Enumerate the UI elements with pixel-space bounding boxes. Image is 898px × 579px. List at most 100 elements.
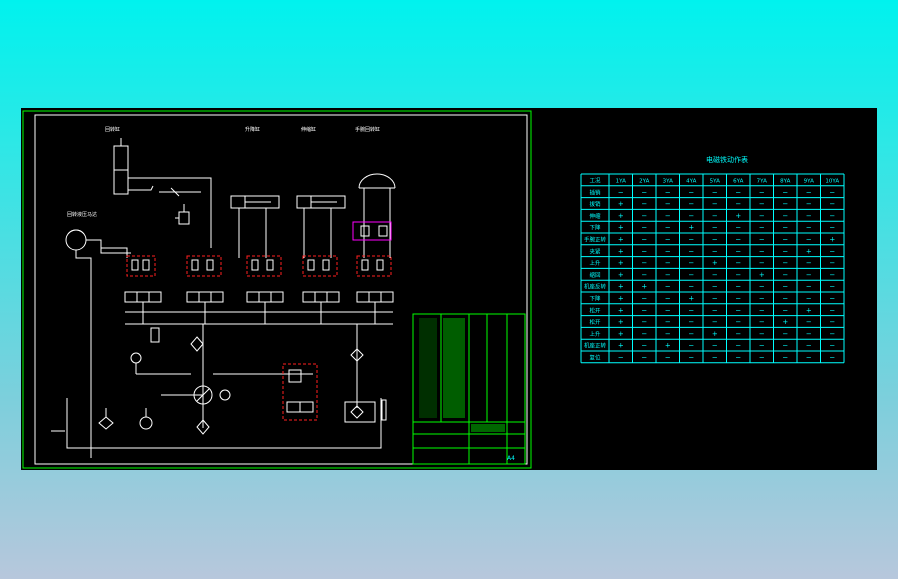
table-row-label: 松开 <box>589 318 601 326</box>
table-cell: + <box>759 271 765 279</box>
table-row-label: 手腕正转 <box>584 235 607 243</box>
table-header-cell: 1YA <box>616 178 626 184</box>
table-header-cell: 5YA <box>710 178 720 184</box>
wrist-valve-highlight <box>352 221 392 241</box>
table-cell: − <box>641 294 647 302</box>
table-cell: + <box>806 247 812 255</box>
table-cell: − <box>759 200 765 208</box>
table-cell: − <box>759 342 765 350</box>
table-cell: − <box>829 247 835 255</box>
table-row-label: 下降 <box>589 294 601 302</box>
table-cell: − <box>712 318 718 326</box>
table-cell: − <box>806 353 812 361</box>
table-cell: + <box>688 294 694 302</box>
table-cell: − <box>665 271 671 279</box>
table-cell: − <box>806 283 812 291</box>
table-cell: + <box>665 342 671 350</box>
drawing-sheet: 回转缸 升降缸 伸缩缸 手腕回转缸 回转液压马达 A4 <box>22 110 532 469</box>
table-cell: − <box>735 259 741 267</box>
table-cell: − <box>782 224 788 232</box>
table-cell: − <box>829 353 835 361</box>
table-cell: − <box>806 224 812 232</box>
table-cells: 工况 1YA 2YA 3YA 4YA 5YA 6YA 7YA 8YA 9YA 10YA 插销 − − − − −… <box>584 177 839 361</box>
table-cell: − <box>712 271 718 279</box>
table-row-label: 上升 <box>589 259 601 267</box>
table-cell: − <box>806 188 812 196</box>
table-header-cell: 10YA <box>825 178 839 184</box>
table-cell: − <box>806 271 812 279</box>
table-cell: − <box>712 224 718 232</box>
table-cell: − <box>688 306 694 314</box>
table-cell: − <box>641 271 647 279</box>
electromagnet-table: 电磁铁动作表 工况 1YA 2YA 3YA 4YA 5YA 6YA 7YA 8YA 9YA 10YA… <box>580 155 845 364</box>
table-cell: + <box>712 259 718 267</box>
table-row-label: 缩回 <box>589 271 601 279</box>
table-cell: − <box>782 294 788 302</box>
table-cell: − <box>806 200 812 208</box>
table-cell: + <box>618 224 624 232</box>
table-cell: − <box>759 224 765 232</box>
table-cell: − <box>759 294 765 302</box>
table-cell: − <box>641 224 647 232</box>
table-cell: − <box>665 330 671 338</box>
label-cylinder-a: 升降缸 <box>245 126 260 133</box>
directional-valve-row <box>124 291 394 325</box>
table-cell: − <box>829 342 835 350</box>
table-header-cell: 4YA <box>686 178 696 184</box>
table-cell: − <box>829 200 835 208</box>
table-cell: − <box>806 318 812 326</box>
table-cell: − <box>712 294 718 302</box>
table-cell: − <box>735 188 741 196</box>
table-cell: − <box>665 306 671 314</box>
table-cell: − <box>782 200 788 208</box>
cylinder-c-wrist <box>352 173 396 258</box>
sheet-number: A4 <box>507 455 515 462</box>
table-cell: − <box>735 200 741 208</box>
table-cell: − <box>735 224 741 232</box>
table-cell: − <box>782 271 788 279</box>
table-cell: − <box>712 342 718 350</box>
table-cell: − <box>641 318 647 326</box>
table-cell: − <box>688 235 694 243</box>
table-cell: − <box>782 330 788 338</box>
table-cell: − <box>829 330 835 338</box>
table-cell: − <box>829 283 835 291</box>
table-cell: − <box>712 200 718 208</box>
table-cell: − <box>829 271 835 279</box>
table-cell: + <box>618 235 624 243</box>
table-cell: + <box>735 212 741 220</box>
table-cell: − <box>829 259 835 267</box>
table-cell: − <box>712 188 718 196</box>
table-cell: − <box>759 306 765 314</box>
table-cell: − <box>759 318 765 326</box>
table-cell: − <box>712 235 718 243</box>
table-cell: + <box>618 212 624 220</box>
table-row-label: 伸缩 <box>589 212 601 220</box>
table-cell: − <box>712 247 718 255</box>
table-cell: − <box>688 271 694 279</box>
table-header-cell: 工况 <box>589 177 601 184</box>
table-row-label: 复位 <box>589 353 601 361</box>
table-cell: − <box>782 342 788 350</box>
table-cell: + <box>712 330 718 338</box>
table-cell: − <box>735 342 741 350</box>
table-row-label: 上升 <box>589 330 601 338</box>
table-cell: − <box>688 283 694 291</box>
table-cell: + <box>806 306 812 314</box>
table-header-cell: 6YA <box>733 178 743 184</box>
table-cell: − <box>641 212 647 220</box>
cad-canvas: 回转缸 升降缸 伸缩缸 手腕回转缸 回转液压马达 A4 电磁铁动作表 工况 1Y… <box>21 108 877 470</box>
table-cell: − <box>688 342 694 350</box>
rotary-cylinder <box>113 138 212 248</box>
table-cell: − <box>712 306 718 314</box>
table-cell: − <box>829 306 835 314</box>
cad-drawing: 回转缸 升降缸 伸缩缸 手腕回转缸 回转液压马达 A4 电磁铁动作表 工况 1Y… <box>22 110 845 469</box>
table-header-cell: 8YA <box>780 178 790 184</box>
table-cell: − <box>688 200 694 208</box>
table-cell: + <box>618 330 624 338</box>
table-cell: − <box>618 353 624 361</box>
table-cell: + <box>641 283 647 291</box>
table-cell: + <box>688 224 694 232</box>
table-cell: − <box>688 188 694 196</box>
table-cell: − <box>735 247 741 255</box>
